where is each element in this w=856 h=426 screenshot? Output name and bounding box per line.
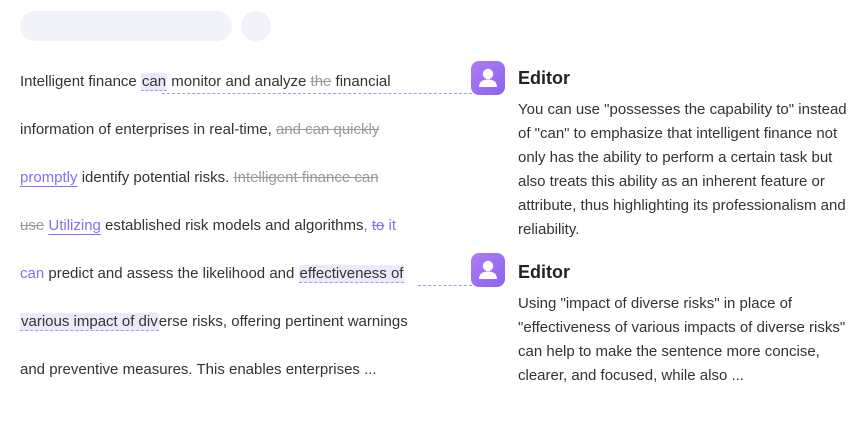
- highlighted-text[interactable]: various impact of div: [20, 313, 159, 331]
- suggestion-body: Using "impact of diverse risks" in place…: [518, 295, 846, 384]
- text-segment: identify potential risks.: [77, 169, 234, 186]
- suggestion-title: Editor: [518, 262, 570, 282]
- doc-line-6: various impact of diverse risks, offerin…: [20, 310, 408, 334]
- text-segment: erse risks, offering pertinent warnings: [158, 313, 408, 330]
- doc-line-1: Intelligent finance can monitor and anal…: [20, 70, 391, 94]
- deleted-text[interactable]: to: [372, 217, 385, 234]
- user-icon: [479, 260, 497, 279]
- doc-line-3: promptly identify potential risks. Intel…: [20, 166, 379, 190]
- skeleton-bar: [20, 11, 232, 41]
- suggestion-card-1[interactable]: Editor You can use "possesses the capabi…: [518, 66, 848, 242]
- editor-avatar-1[interactable]: [471, 61, 505, 95]
- doc-line-7: and preventive measures. This enables en…: [20, 358, 377, 382]
- user-icon: [479, 68, 497, 87]
- highlighted-text[interactable]: can: [140, 73, 168, 91]
- text-segment: financial: [331, 73, 391, 90]
- text-segment: Intelligent finance: [20, 73, 141, 90]
- text-segment: information of enterprises in real-time,: [20, 121, 276, 138]
- deleted-text[interactable]: the: [311, 73, 332, 90]
- inserted-text[interactable]: promptly: [20, 169, 78, 186]
- suggestion-connector-2: [418, 285, 472, 286]
- doc-line-5: can predict and assess the likelihood an…: [20, 262, 405, 286]
- text-segment[interactable]: can: [20, 265, 44, 282]
- text-segment: established risk models and algorithms: [100, 217, 364, 234]
- deleted-text[interactable]: use: [20, 217, 44, 234]
- doc-line-4: use Utilizing established risk models an…: [20, 214, 396, 238]
- skeleton-dot: [241, 11, 271, 41]
- suggestion-title: Editor: [518, 68, 570, 88]
- text-segment: predict and assess the likelihood and: [44, 265, 299, 282]
- inserted-text[interactable]: Utilizing: [48, 217, 101, 234]
- doc-line-2: information of enterprises in real-time,…: [20, 118, 379, 142]
- suggestion-body: You can use "possesses the capability to…: [518, 101, 847, 238]
- suggestion-card-2[interactable]: Editor Using "impact of diverse risks" i…: [518, 260, 848, 388]
- text-segment[interactable]: it: [384, 217, 397, 234]
- highlighted-text[interactable]: effectiveness of: [298, 265, 405, 283]
- text-segment[interactable]: ,: [364, 217, 372, 234]
- deleted-text[interactable]: Intelligent finance can: [233, 169, 378, 186]
- text-segment: monitor and analyze: [167, 73, 311, 90]
- deleted-text[interactable]: and can quickly: [276, 121, 379, 138]
- text-segment: and preventive measures. This enables en…: [20, 361, 377, 378]
- suggestion-connector-1: [162, 93, 472, 94]
- editor-avatar-2[interactable]: [471, 253, 505, 287]
